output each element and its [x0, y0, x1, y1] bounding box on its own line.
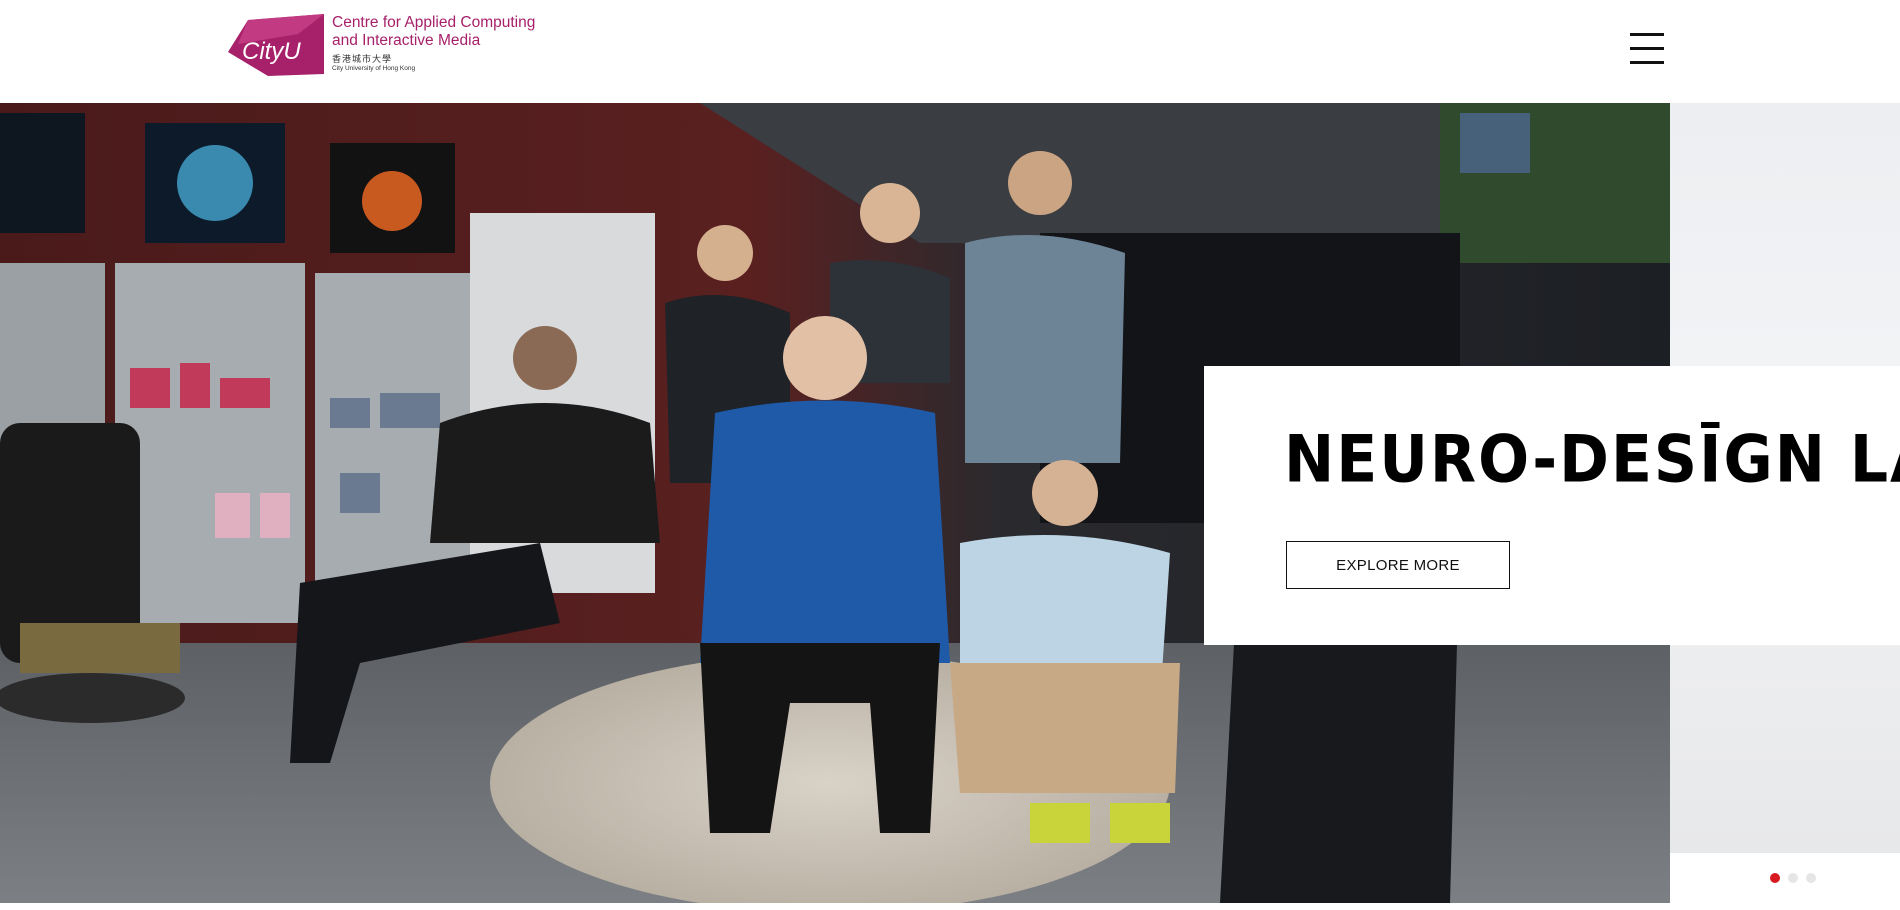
logo-title-line2: and Interactive Media	[332, 32, 481, 49]
slider-pagination	[1770, 873, 1816, 883]
slide-caption: NEURO-DESĪGN LAB EXPLORE MORE	[1204, 366, 1900, 645]
hero-slider: NEURO-DESĪGN LAB EXPLORE MORE	[0, 103, 1900, 903]
menu-bar	[1630, 61, 1664, 64]
logo-title-line1: Centre for Applied Computing	[332, 14, 536, 31]
lab-title: NEURO-DESĪGN LAB	[1284, 422, 1900, 498]
explore-more-button[interactable]: EXPLORE MORE	[1286, 541, 1510, 589]
slide-dot-3[interactable]	[1806, 873, 1816, 883]
slide-dot-1[interactable]	[1770, 873, 1780, 883]
logo-text: Centre for Applied Computing and Interac…	[332, 14, 542, 73]
logo-university-name: City University of Hong Kong	[332, 65, 416, 72]
menu-bar	[1630, 33, 1664, 36]
svg-text:CityU: CityU	[242, 38, 301, 65]
logo-chinese-name: 香港城市大學	[332, 54, 393, 64]
site-header: CityU Centre for Applied Computing and I…	[0, 0, 1900, 103]
cityu-logo-icon: CityU	[228, 14, 324, 76]
slide-dot-2[interactable]	[1788, 873, 1798, 883]
menu-bar	[1630, 47, 1664, 50]
hamburger-menu-icon[interactable]	[1630, 33, 1666, 67]
site-logo[interactable]: CityU Centre for Applied Computing and I…	[228, 14, 538, 80]
